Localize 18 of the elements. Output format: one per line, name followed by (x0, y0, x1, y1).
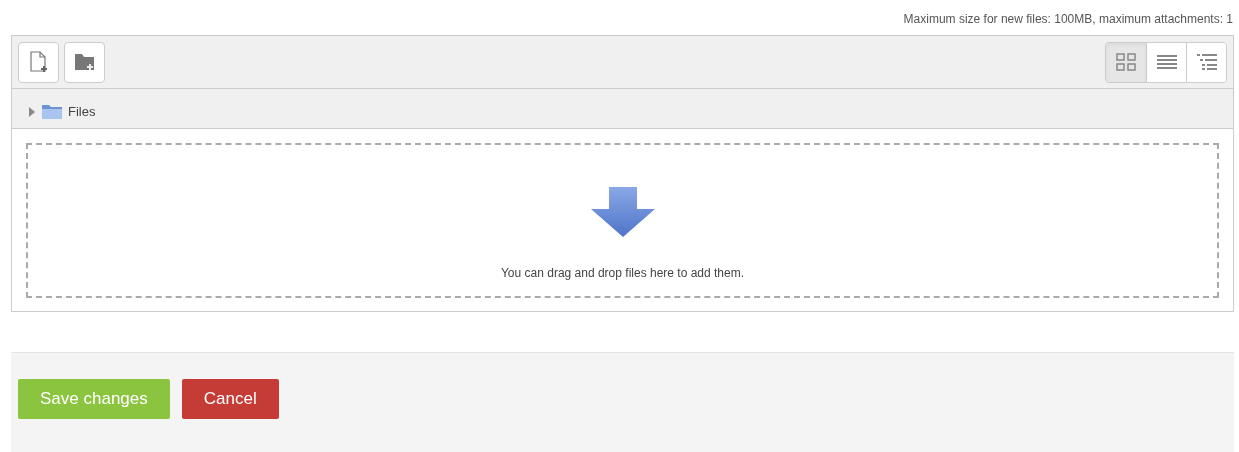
add-file-button[interactable] (18, 41, 59, 83)
add-folder-icon (73, 52, 96, 72)
drop-message: You can drag and drop files here to add them. (500, 265, 745, 282)
expand-arrow-icon[interactable] (28, 106, 36, 117)
down-arrow-icon (590, 187, 655, 237)
list-view-icon (1156, 54, 1177, 70)
folder-label[interactable]: Files (68, 101, 96, 122)
limits-note: Maximum size for new files: 100MB, maximum attachments: 1 (903, 11, 1233, 28)
tree-view-icon (1196, 53, 1217, 71)
view-mode-button[interactable] (1106, 42, 1146, 82)
folder-icon (42, 104, 62, 119)
view-mode-button[interactable] (1186, 42, 1226, 82)
add-file-icon (28, 51, 49, 73)
create-folder-button[interactable] (64, 41, 105, 83)
drop-zone[interactable]: You can drag and drop files here to add them. (26, 143, 1219, 298)
grid-view-icon (1116, 53, 1136, 71)
view-mode-button[interactable] (1146, 42, 1186, 82)
cancel-button[interactable]: Cancel (181, 379, 279, 419)
